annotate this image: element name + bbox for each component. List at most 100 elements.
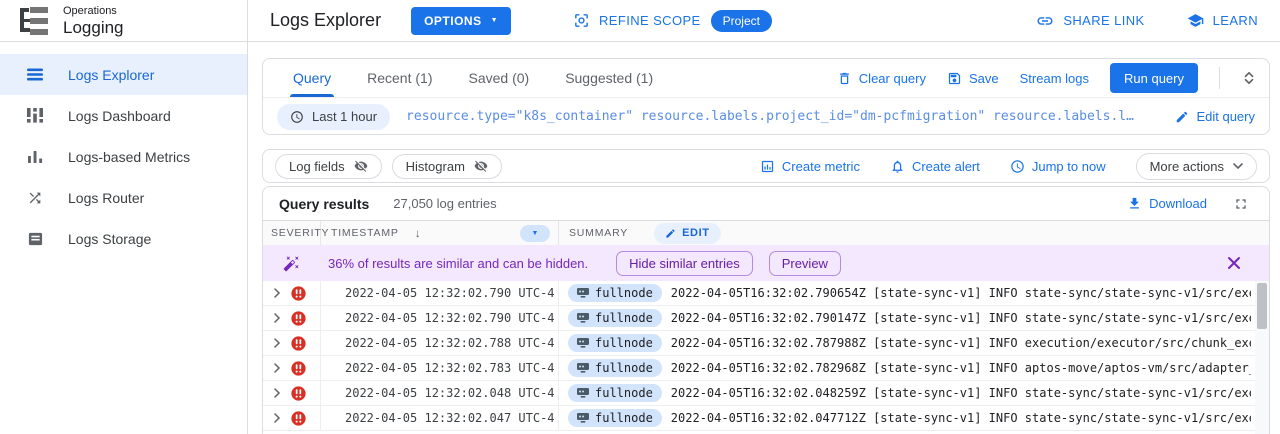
container-name-badge[interactable]: fullnode [568,309,662,327]
expand-chevron-icon[interactable] [270,311,284,325]
expand-chevron-icon[interactable] [270,386,284,400]
sidebar-item-logs-storage[interactable]: Logs Storage [0,218,247,259]
container-name-badge[interactable]: fullnode [568,359,662,377]
top-actions: SHARE LINK LEARN [1036,12,1258,30]
learn-button[interactable]: LEARN [1187,12,1258,29]
create-alert-label: Create alert [912,159,980,174]
run-query-button[interactable]: Run query [1110,63,1198,93]
log-entry-row[interactable]: 2022-04-05 12:32:02.048 UTC-4 fullnode 2… [263,381,1269,406]
row-summary-text: 2022-04-05T16:32:02.790654Z [state-sync-… [671,286,1251,300]
query-panel: Query Recent (1) Saved (0) Suggested (1)… [262,58,1270,135]
row-severity-cell [263,381,321,405]
edit-summary-button[interactable]: EDIT [654,223,720,244]
create-alert-button[interactable]: Create alert [890,159,980,174]
container-icon [577,288,589,298]
tab-query[interactable]: Query [275,59,349,97]
log-entry-row[interactable]: 2022-04-05 12:32:02.783 UTC-4 fullnode 2… [263,356,1269,381]
row-summary-text: 2022-04-05T16:32:02.787988Z [state-sync-… [671,336,1251,350]
column-header-severity: SEVERITY [263,221,321,245]
fullscreen-icon[interactable] [1233,196,1249,212]
scope-frame-icon [573,12,590,29]
container-name-label: fullnode [595,336,653,350]
options-button[interactable]: OPTIONS ▼ [411,7,511,35]
log-entry-row[interactable]: 2022-04-05 12:32:02.047 UTC-4 fullnode 2… [263,406,1269,431]
storage-document-icon [26,231,44,247]
log-fields-label: Log fields [289,159,345,174]
expand-chevron-icon[interactable] [270,336,284,350]
sidebar-item-logs-based-metrics[interactable]: Logs-based Metrics [0,136,247,177]
chevron-down-icon [1233,163,1243,169]
stream-logs-button[interactable]: Stream logs [1020,71,1089,86]
close-icon[interactable] [1227,256,1241,270]
sidebar-item-label: Logs Dashboard [68,108,171,124]
preview-button[interactable]: Preview [769,251,841,276]
banner-message: 36% of results are similar and can be hi… [328,256,588,271]
error-severity-icon [291,361,306,376]
product-name: Logging [63,18,124,37]
create-metric-button[interactable]: Create metric [760,159,860,174]
container-name-badge[interactable]: fullnode [568,284,662,302]
histogram-toggle[interactable]: Histogram [392,154,502,179]
container-name-label: fullnode [595,361,653,375]
logging-logo-icon [16,6,50,36]
sidebar-item-label: Logs Explorer [68,67,154,83]
timestamp-column-menu-button[interactable]: ▼ [520,225,550,242]
shuffle-icon [26,190,44,206]
query-input[interactable]: resource.type="k8s_container" resource.l… [406,109,1161,124]
row-summary-cell: fullnode 2022-04-05T16:32:02.790654Z [st… [559,281,1269,305]
log-fields-toggle[interactable]: Log fields [275,154,382,179]
row-severity-cell [263,356,321,380]
tab-suggested[interactable]: Suggested (1) [547,59,671,97]
scope-project-badge[interactable]: Project [711,10,772,32]
edit-query-label: Edit query [1196,109,1255,124]
time-range-chip[interactable]: Last 1 hour [277,104,390,130]
logs-explorer-screen: Operations Logging Logs Explorer OPTIONS… [0,0,1280,434]
tab-saved[interactable]: Saved (0) [450,59,547,97]
log-entry-row[interactable]: 2022-04-05 12:32:02.790 UTC-4 fullnode 2… [263,281,1269,306]
expand-chevron-icon[interactable] [270,411,284,425]
expand-chevron-icon[interactable] [270,361,284,375]
container-name-badge[interactable]: fullnode [568,409,662,427]
row-summary-cell: fullnode 2022-04-05T16:32:02.047712Z [st… [559,406,1269,430]
edit-query-button[interactable]: Edit query [1175,109,1255,124]
sidebar-item-logs-router[interactable]: Logs Router [0,177,247,218]
download-label: Download [1149,196,1207,211]
options-button-label: OPTIONS [424,14,482,28]
save-button[interactable]: Save [947,71,999,86]
jump-to-now-button[interactable]: Jump to now [1010,159,1106,174]
row-timestamp: 2022-04-05 12:32:02.048 UTC-4 [321,381,559,405]
container-name-label: fullnode [595,286,653,300]
log-entry-row[interactable]: 2022-04-05 12:32:02.788 UTC-4 fullnode 2… [263,331,1269,356]
clear-query-label: Clear query [859,71,926,86]
sidebar-item-logs-dashboard[interactable]: Logs Dashboard [0,95,247,136]
clear-query-button[interactable]: Clear query [837,71,926,86]
school-icon [1187,12,1204,29]
refine-scope-label: REFINE SCOPE [599,13,701,28]
sidebar-item-logs-explorer[interactable]: Logs Explorer [0,54,247,95]
column-header-timestamp[interactable]: TIMESTAMP ↓ ▼ [321,221,559,245]
summary-column-label: SUMMARY [569,227,628,239]
container-name-badge[interactable]: fullnode [568,384,662,402]
sort-descending-icon: ↓ [415,226,422,240]
hide-similar-entries-button[interactable]: Hide similar entries [616,251,753,276]
container-name-badge[interactable]: fullnode [568,334,662,352]
tab-recent[interactable]: Recent (1) [349,59,450,97]
query-results-panel: Query results 27,050 log entries Downloa… [262,186,1270,434]
share-link-button[interactable]: SHARE LINK [1036,12,1144,30]
refine-scope-button[interactable]: REFINE SCOPE [573,12,701,29]
results-table-header: SEVERITY TIMESTAMP ↓ ▼ SUMMARY [263,220,1269,245]
results-title: Query results [279,196,369,212]
log-entry-row[interactable]: 2022-04-05 12:32:02.790 UTC-4 fullnode 2… [263,306,1269,331]
more-actions-button[interactable]: More actions [1136,153,1257,180]
collapse-expand-toggle[interactable] [1241,70,1257,86]
expand-chevron-icon[interactable] [270,286,284,300]
log-entries-list: 2022-04-05 12:32:02.790 UTC-4 fullnode 2… [263,281,1269,431]
row-summary-text: 2022-04-05T16:32:02.047712Z [state-sync-… [671,411,1251,425]
row-timestamp: 2022-04-05 12:32:02.788 UTC-4 [321,331,559,355]
row-severity-cell [263,306,321,330]
scrollbar-thumb[interactable] [1257,283,1267,329]
results-header: Query results 27,050 log entries Downloa… [263,187,1269,220]
row-timestamp: 2022-04-05 12:32:02.783 UTC-4 [321,356,559,380]
container-icon [577,313,589,323]
download-button[interactable]: Download [1127,196,1207,211]
